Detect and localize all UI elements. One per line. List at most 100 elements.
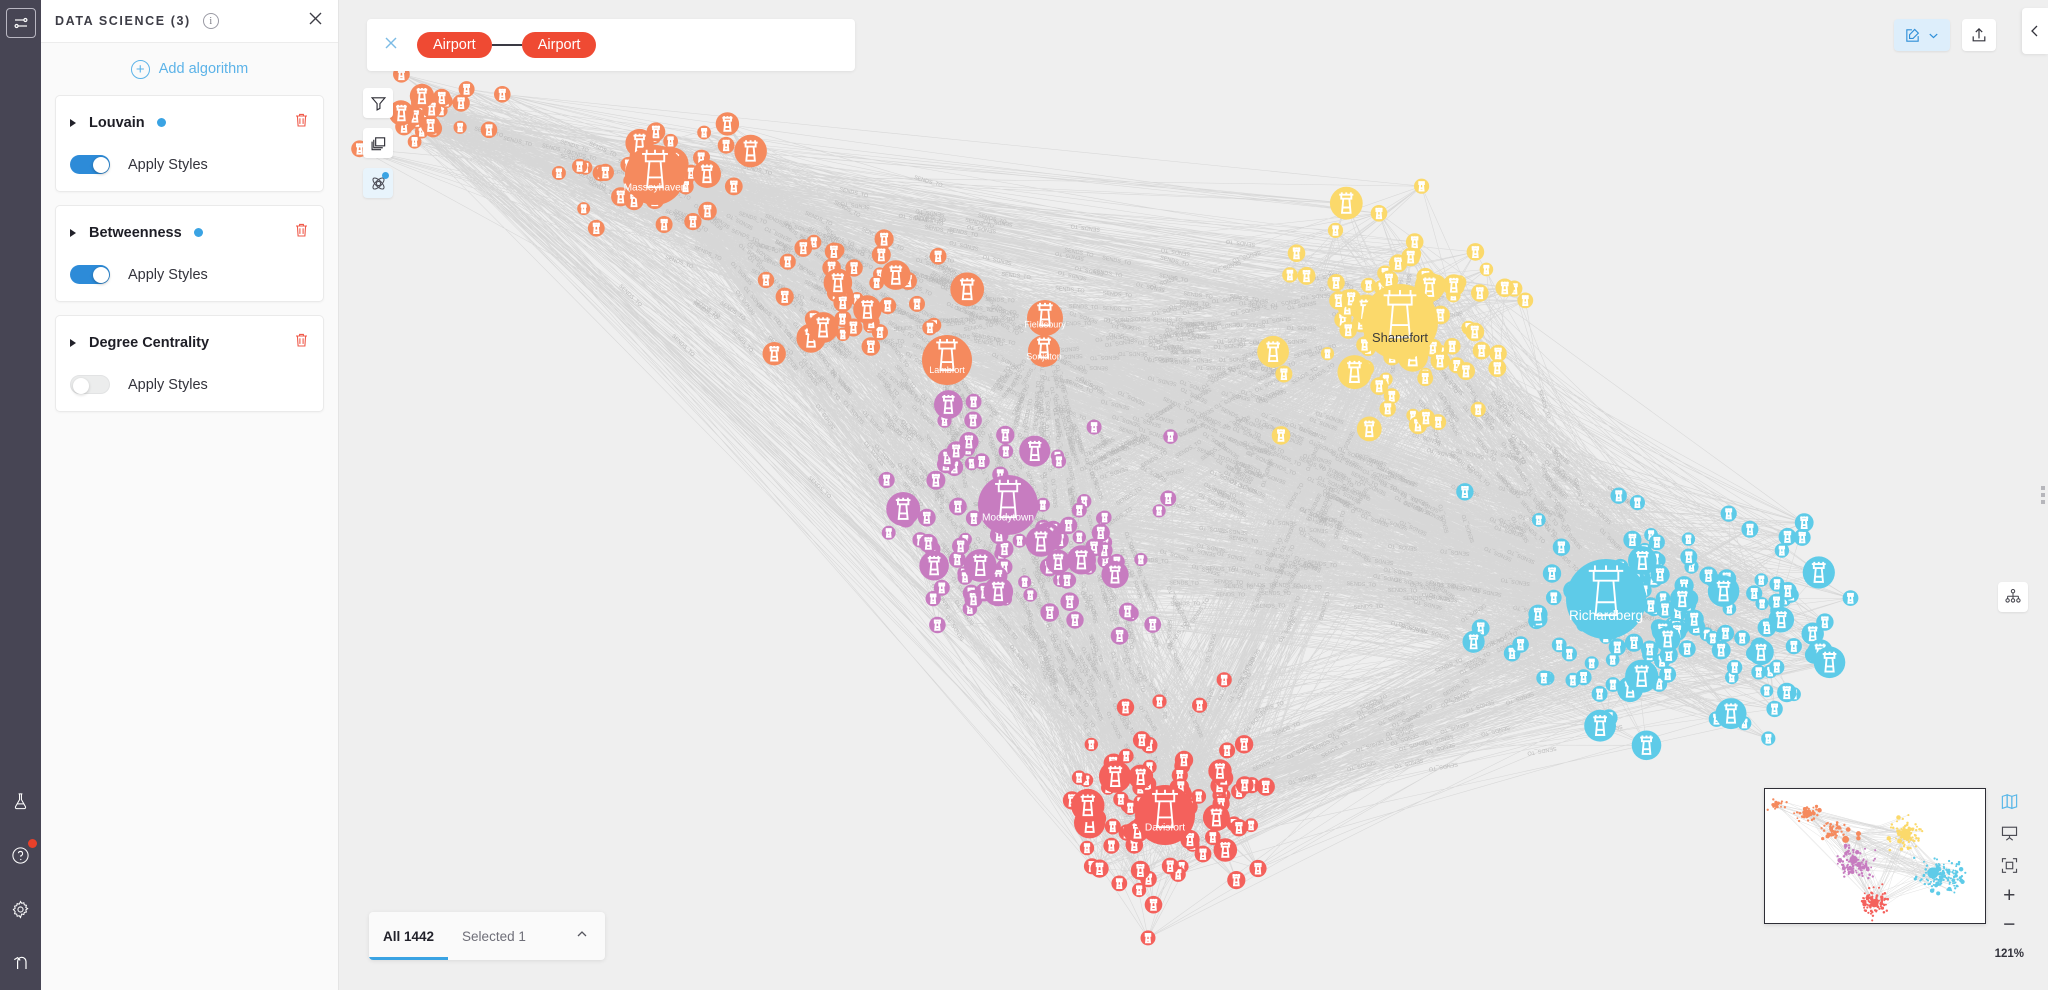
graph-node[interactable] bbox=[452, 94, 470, 112]
graph-node[interactable] bbox=[1257, 335, 1289, 368]
graph-node[interactable] bbox=[1575, 669, 1592, 686]
graph-node[interactable] bbox=[1741, 520, 1759, 538]
graph-node[interactable] bbox=[1466, 243, 1485, 261]
edit-button[interactable] bbox=[1894, 19, 1950, 51]
graph-node[interactable] bbox=[824, 242, 843, 261]
add-algorithm-button[interactable]: + Add algorithm bbox=[41, 43, 338, 95]
delete-algorithm-button[interactable] bbox=[294, 332, 309, 353]
graph-node[interactable] bbox=[734, 134, 767, 168]
graph-node[interactable] bbox=[692, 159, 721, 188]
graph-node[interactable] bbox=[1174, 750, 1194, 770]
graph-node[interactable] bbox=[1608, 638, 1626, 656]
graph-node[interactable] bbox=[1401, 247, 1421, 267]
graph-node[interactable] bbox=[1130, 860, 1150, 881]
graph-node[interactable] bbox=[1631, 730, 1662, 761]
graph-node[interactable] bbox=[1060, 592, 1079, 611]
graph-node[interactable] bbox=[1625, 659, 1659, 693]
graph-node[interactable] bbox=[1128, 764, 1153, 790]
graph-node[interactable] bbox=[1101, 561, 1129, 589]
minimap[interactable] bbox=[1763, 788, 1986, 924]
graph-node[interactable] bbox=[1329, 186, 1363, 220]
graph-node[interactable] bbox=[1707, 575, 1740, 607]
graph-node[interactable] bbox=[1337, 355, 1372, 390]
graph-node[interactable] bbox=[1777, 682, 1797, 703]
delete-algorithm-button[interactable] bbox=[294, 112, 309, 133]
graph-node[interactable] bbox=[684, 213, 702, 231]
graph-node[interactable] bbox=[1235, 776, 1254, 794]
graph-node[interactable] bbox=[1194, 845, 1212, 863]
hierarchy-layout-icon[interactable] bbox=[1998, 582, 2028, 612]
lab-flask-icon[interactable] bbox=[6, 786, 36, 816]
graph-node[interactable] bbox=[964, 411, 982, 430]
graph-node[interactable] bbox=[421, 115, 441, 135]
graph-node[interactable] bbox=[1552, 538, 1571, 556]
graph-node[interactable] bbox=[919, 550, 949, 581]
graph-node[interactable] bbox=[1144, 616, 1162, 633]
graph-node[interactable] bbox=[1813, 646, 1846, 679]
graph-node[interactable] bbox=[934, 390, 963, 419]
graph-node[interactable] bbox=[1610, 487, 1627, 504]
graph-node[interactable] bbox=[1711, 640, 1731, 660]
graph-canvas[interactable]: SENDS_TO SENDS_TO SENDS_TO SENDS_TO SENDS_TO… bbox=[339, 0, 2048, 990]
graph-node[interactable] bbox=[874, 229, 894, 249]
graph-node[interactable] bbox=[1249, 859, 1267, 878]
graph-node[interactable] bbox=[1090, 859, 1109, 878]
graph-node[interactable] bbox=[1457, 362, 1475, 381]
graph-node[interactable] bbox=[1110, 626, 1129, 645]
graph-node[interactable] bbox=[757, 271, 775, 289]
graph-node[interactable] bbox=[1655, 626, 1681, 652]
graph-node[interactable] bbox=[1118, 602, 1137, 620]
query-chip-target[interactable]: Airport bbox=[521, 32, 597, 58]
graph-node[interactable] bbox=[1802, 556, 1835, 589]
graph-node[interactable] bbox=[1071, 788, 1105, 823]
filter-icon[interactable] bbox=[363, 88, 393, 118]
graph-node[interactable] bbox=[1785, 638, 1802, 655]
graph-node[interactable] bbox=[1213, 838, 1238, 862]
graph-node[interactable] bbox=[762, 342, 786, 366]
graph-node[interactable] bbox=[949, 497, 967, 516]
graph-node[interactable] bbox=[926, 470, 946, 490]
clear-query-icon[interactable] bbox=[383, 35, 399, 56]
graph-node[interactable] bbox=[794, 239, 813, 257]
presentation-icon[interactable] bbox=[2000, 824, 2019, 843]
collapse-right-panel-button[interactable] bbox=[2022, 8, 2048, 54]
graph-node[interactable] bbox=[1748, 639, 1774, 666]
chevron-right-icon[interactable] bbox=[70, 118, 76, 127]
chevron-right-icon[interactable] bbox=[70, 338, 76, 347]
graph-node[interactable] bbox=[1287, 244, 1306, 262]
graph-node[interactable] bbox=[1659, 665, 1677, 683]
settings-gear-icon[interactable] bbox=[6, 894, 36, 924]
info-icon[interactable]: i bbox=[202, 13, 219, 29]
graph-node[interactable] bbox=[996, 425, 1015, 445]
graph-node[interactable] bbox=[1144, 895, 1163, 914]
graph-node[interactable] bbox=[1091, 523, 1110, 542]
graph-node[interactable] bbox=[1103, 837, 1120, 854]
graph-node[interactable] bbox=[963, 549, 997, 582]
graph-node[interactable] bbox=[950, 272, 985, 307]
graph-node[interactable] bbox=[775, 287, 794, 306]
graph-node[interactable] bbox=[1443, 338, 1461, 355]
graph-node[interactable] bbox=[917, 508, 936, 527]
zoom-out-button[interactable]: − bbox=[2003, 914, 2015, 935]
graph-node[interactable] bbox=[1648, 534, 1665, 551]
graph-node[interactable] bbox=[1161, 857, 1179, 875]
graph-node[interactable] bbox=[952, 537, 970, 555]
graph-node[interactable] bbox=[1715, 698, 1747, 730]
graph-node[interactable] bbox=[1116, 698, 1135, 716]
graph-node[interactable] bbox=[1624, 633, 1644, 652]
panel-resize-handle[interactable] bbox=[2041, 486, 2045, 504]
tab-all[interactable]: All 1442 bbox=[369, 912, 449, 960]
graph-node[interactable] bbox=[409, 83, 435, 109]
graph-node[interactable] bbox=[1623, 530, 1642, 549]
graph-node[interactable] bbox=[1379, 400, 1396, 417]
graph-node[interactable] bbox=[959, 432, 979, 452]
graph-node[interactable] bbox=[724, 177, 743, 196]
graph-node[interactable] bbox=[1488, 359, 1507, 377]
graph-node[interactable] bbox=[1099, 760, 1132, 793]
graph-node[interactable] bbox=[1271, 426, 1291, 445]
graph-node[interactable] bbox=[929, 616, 946, 634]
graph-node[interactable] bbox=[1025, 526, 1057, 557]
graph-node[interactable] bbox=[1066, 611, 1084, 629]
graph-node[interactable] bbox=[861, 337, 881, 356]
graph-node[interactable] bbox=[596, 163, 614, 181]
